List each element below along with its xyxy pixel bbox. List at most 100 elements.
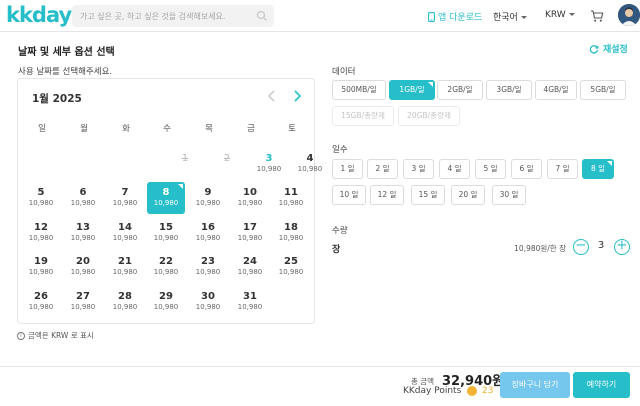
days-option[interactable]: 6 일 (511, 159, 542, 179)
calendar-day[interactable]: 28 10,980 (106, 286, 144, 318)
calendar-day[interactable]: 14 10,980 (106, 217, 144, 249)
app-download-label: 앱 다운로드 (438, 13, 483, 23)
days-option[interactable]: 3 일 (403, 159, 434, 179)
avatar-image (618, 4, 640, 26)
day-number: 11 (284, 187, 298, 198)
calendar-day[interactable]: 23 10,980 (189, 251, 227, 283)
calendar-day: 1 (166, 148, 204, 180)
day-price: 10,980 (70, 268, 96, 276)
days-option[interactable]: 15 일 (411, 185, 445, 205)
calendar-day[interactable]: 9 10,980 (189, 182, 227, 214)
reset-button[interactable]: 재설정 (589, 42, 628, 55)
days-option[interactable]: 4 일 (439, 159, 470, 179)
kkday-logo[interactable]: kkday (6, 3, 72, 27)
add-to-cart-button[interactable]: 장바구니 담기 (500, 372, 570, 398)
phone-icon (428, 11, 435, 22)
calendar-day[interactable]: 4 10,980 (291, 148, 329, 180)
calendar-day[interactable]: 24 10,980 (231, 251, 269, 283)
day-number: 4 (306, 153, 314, 164)
data-option-5gb[interactable]: 5GB/일 (580, 80, 626, 100)
day-number: 30 (201, 291, 215, 302)
calendar-day[interactable]: 11 10,980 (272, 182, 310, 214)
day-price: 10,980 (278, 268, 304, 276)
cart-icon[interactable] (590, 9, 604, 23)
calendar-day[interactable]: 22 10,980 (147, 251, 185, 283)
currency-selector[interactable]: KRW (545, 10, 575, 20)
data-option-4gb[interactable]: 4GB/일 (535, 80, 577, 100)
day-price: 10,980 (70, 199, 96, 207)
calendar-day-selected[interactable]: 8 10,980 (147, 182, 185, 214)
day-price: 10,980 (28, 303, 54, 311)
calendar-day[interactable]: 7 10,980 (106, 182, 144, 214)
calendar-day[interactable]: 5 10,980 (22, 182, 60, 214)
points-label: KKday Points (403, 386, 462, 396)
day-price: 10,980 (28, 234, 54, 242)
day-number: 17 (243, 222, 257, 233)
calendar-day[interactable]: 15 10,980 (147, 217, 185, 249)
day-number: 23 (201, 256, 215, 267)
coin-icon (467, 386, 477, 396)
days-option[interactable]: 1 일 (332, 159, 363, 179)
calendar-day[interactable]: 21 10,980 (106, 251, 144, 283)
book-now-button[interactable]: 예약하기 (573, 372, 630, 398)
chevron-right-icon[interactable] (290, 89, 304, 103)
data-option-1gb[interactable]: 1GB/일 (389, 80, 435, 100)
days-option[interactable]: 20 일 (451, 185, 485, 205)
day-price: 10,980 (237, 199, 263, 207)
quantity-label: 수량 (332, 226, 348, 236)
calendar-day[interactable]: 20 10,980 (64, 251, 102, 283)
day-number: 20 (76, 256, 90, 267)
calendar-day[interactable]: 13 10,980 (64, 217, 102, 249)
day-number: 14 (118, 222, 132, 233)
day-price: 10,980 (278, 199, 304, 207)
calendar-day[interactable]: 31 10,980 (231, 286, 269, 318)
days-option[interactable]: 12 일 (370, 185, 404, 205)
search-input[interactable] (72, 5, 252, 27)
search-bar[interactable] (72, 5, 274, 27)
chevron-down-icon (520, 16, 527, 19)
day-number: 21 (118, 256, 132, 267)
day-price: 10,980 (237, 268, 263, 276)
chevron-left-icon[interactable] (265, 89, 279, 103)
calendar-day[interactable]: 26 10,980 (22, 286, 60, 318)
calendar-day[interactable]: 29 10,980 (147, 286, 185, 318)
calendar-day[interactable]: 19 10,980 (22, 251, 60, 283)
day-price: 10,980 (153, 303, 179, 311)
calendar-day[interactable]: 16 10,980 (189, 217, 227, 249)
day-number: 22 (159, 256, 173, 267)
days-option[interactable]: 5 일 (475, 159, 506, 179)
quantity-decrease-button[interactable]: − (573, 239, 589, 255)
calendar-day[interactable]: 27 10,980 (64, 286, 102, 318)
data-option-20gb: 20GB/총량제 (398, 106, 460, 126)
quantity-increase-button[interactable]: + (614, 239, 630, 255)
day-price: 10,980 (28, 268, 54, 276)
calendar-day[interactable]: 25 10,980 (272, 251, 310, 283)
days-option[interactable]: 30 일 (492, 185, 526, 205)
language-selector[interactable]: 한국어 (493, 10, 527, 23)
day-price: 10,980 (256, 165, 282, 173)
data-option-2gb[interactable]: 2GB/일 (437, 80, 483, 100)
day-number: 27 (76, 291, 90, 302)
calendar-day[interactable]: 30 10,980 (189, 286, 227, 318)
day-number: 7 (121, 187, 129, 198)
user-avatar[interactable] (618, 4, 640, 26)
day-price: 10,980 (28, 199, 54, 207)
data-option-3gb[interactable]: 3GB/일 (486, 80, 532, 100)
days-option-selected[interactable]: 8 일 (582, 159, 614, 179)
app-download-link[interactable]: 앱 다운로드 (428, 10, 482, 23)
calendar-day[interactable]: 12 10,980 (22, 217, 60, 249)
calendar-day[interactable]: 10 10,980 (231, 182, 269, 214)
calendar-day[interactable]: 17 10,980 (231, 217, 269, 249)
calendar-day[interactable]: 18 10,980 (272, 217, 310, 249)
calendar-day[interactable]: 6 10,980 (64, 182, 102, 214)
calendar-day: 2 (208, 148, 246, 180)
data-option-500mb[interactable]: 500MB/일 (332, 80, 386, 100)
search-icon[interactable] (256, 10, 268, 22)
day-price: 10,980 (70, 303, 96, 311)
days-option[interactable]: 7 일 (547, 159, 578, 179)
reset-label: 재설정 (603, 45, 628, 55)
calendar-day[interactable]: 3 10,980 (250, 148, 288, 180)
unit-price: 10,980원/한 장 (514, 244, 566, 253)
days-option[interactable]: 10 일 (332, 185, 366, 205)
days-option[interactable]: 2 일 (367, 159, 398, 179)
